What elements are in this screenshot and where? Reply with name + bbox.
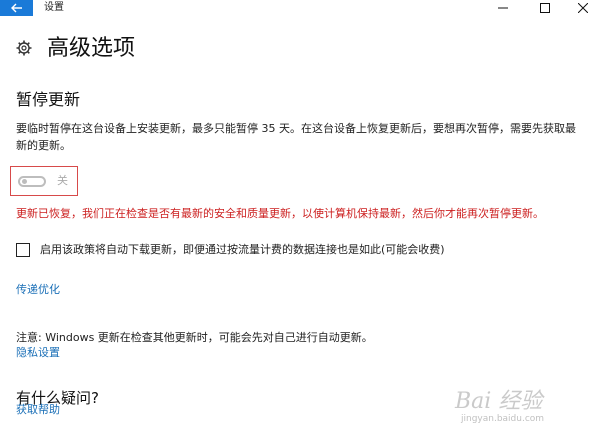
minimize-button[interactable]	[488, 0, 518, 16]
page-title: 高级选项	[47, 36, 136, 61]
pause-updates-description: 要临时暂停在这台设备上安装更新，最多只能暂停 35 天。在这台设备上恢复更新后，…	[16, 122, 576, 152]
privacy-settings-link[interactable]: 隐私设置	[16, 345, 60, 361]
back-button[interactable]	[0, 0, 33, 16]
close-icon	[578, 3, 588, 13]
toggle-state-label: 关	[57, 174, 68, 187]
close-button[interactable]	[568, 0, 598, 16]
metered-download-label[interactable]: 启用该政策将自动下载更新，即便通过按流量计费的数据连接也是如此(可能会收费)	[40, 242, 445, 258]
toggle-knob	[22, 179, 27, 184]
get-help-link[interactable]: 获取帮助	[16, 402, 60, 418]
delivery-optimization-link[interactable]: 传递优化	[16, 282, 60, 298]
pause-toggle-highlight: 关	[10, 166, 78, 196]
back-arrow-icon	[10, 3, 22, 13]
watermark-url: jingyan.baidu.com	[461, 414, 545, 424]
maximize-button[interactable]	[530, 0, 560, 16]
maximize-icon	[540, 3, 550, 13]
minimize-icon	[498, 7, 508, 9]
metered-download-checkbox[interactable]	[16, 243, 30, 257]
window-title: 设置	[44, 2, 64, 13]
title-bar: 设置	[0, 0, 600, 16]
windows-update-note: 注意: Windows 更新在检查其他更新时，可能会先对自己进行自动更新。	[16, 331, 373, 344]
pause-updates-toggle[interactable]	[18, 176, 46, 187]
settings-main: 高级选项 暂停更新 要临时暂停在这台设备上安装更新，最多只能暂停 35 天。在这…	[0, 16, 600, 428]
pause-updates-heading: 暂停更新	[16, 90, 81, 109]
updates-resumed-warning: 更新已恢复，我们正在检查是否有最新的安全和质量更新，以使计算机保持最新，然后你才…	[16, 207, 544, 220]
baidu-watermark: Bai 经验 jingyan.baidu.com	[455, 381, 585, 431]
watermark-text: Bai 经验	[455, 389, 543, 414]
gear-icon	[16, 40, 32, 56]
